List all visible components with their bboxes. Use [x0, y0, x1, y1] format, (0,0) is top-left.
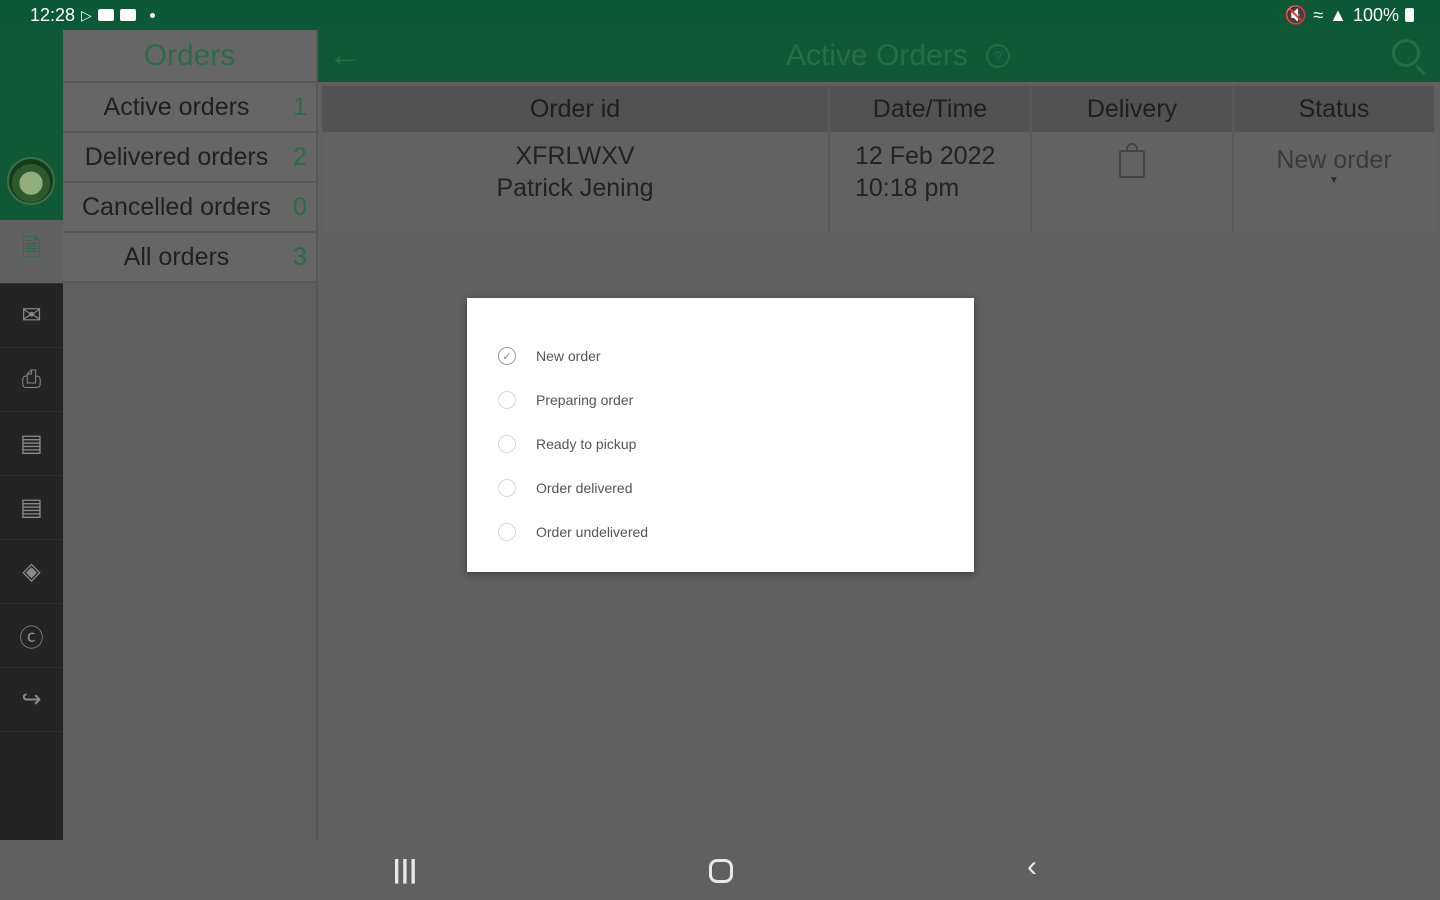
mail-icon[interactable]: ✉: [0, 284, 63, 348]
option-label: Preparing order: [536, 392, 634, 408]
status-cell[interactable]: New order ▼: [1234, 132, 1434, 232]
store-icon[interactable]: ▤: [0, 412, 63, 476]
option-label: Ready to pickup: [536, 436, 637, 452]
search-icon[interactable]: [1392, 39, 1420, 67]
radio-icon[interactable]: [498, 391, 516, 409]
status-bar-left: 12:28 ▷: [30, 5, 155, 26]
avatar[interactable]: [7, 157, 55, 205]
column-header-order-id: Order id: [322, 86, 830, 132]
orders-panel: Orders Active orders 1 Delivered orders …: [63, 30, 318, 840]
status-option-preparing-order[interactable]: Preparing order: [467, 378, 974, 422]
app-bar: ← Active Orders ?: [318, 30, 1440, 82]
back-arrow-icon[interactable]: ←: [328, 36, 362, 75]
help-circle-icon[interactable]: ?: [986, 44, 1010, 68]
shopping-bag-icon: [1119, 143, 1145, 178]
order-date: 12 Feb 2022: [855, 142, 996, 170]
order-id: XFRLWXV: [515, 142, 635, 170]
status-bar: 12:28 ▷ 🔇 ≈ ▲ 100%: [0, 0, 1440, 30]
nav-back-icon[interactable]: ‹: [1027, 850, 1037, 884]
chevron-down-icon: ▼: [1329, 175, 1339, 186]
sidebar-item-count: 2: [293, 142, 307, 171]
page-title: Active Orders: [786, 39, 968, 72]
column-header-delivery: Delivery: [1032, 86, 1234, 132]
logout-icon[interactable]: ↪: [0, 668, 63, 732]
status-bar-right: 🔇 ≈ ▲ 100%: [1285, 5, 1414, 26]
system-nav-bar: ||| ‹: [0, 840, 1440, 900]
order-id-cell: XFRLWXV Patrick Jening: [322, 132, 830, 232]
radio-icon[interactable]: [498, 523, 516, 541]
orders-table: Order id Date/Time Delivery Status XFRLW…: [322, 86, 1434, 232]
radio-icon[interactable]: [498, 435, 516, 453]
table-row[interactable]: XFRLWXV Patrick Jening 12 Feb 2022 10:18…: [322, 132, 1434, 232]
wifi-icon: ≈: [1313, 4, 1324, 25]
signal-icon: ▲: [1329, 4, 1347, 25]
youtube-icon: [97, 9, 114, 21]
status-option-new-order[interactable]: ✓ New order: [467, 334, 974, 378]
radio-icon[interactable]: [498, 479, 516, 497]
status-option-order-delivered[interactable]: Order delivered: [467, 466, 974, 510]
status-dropdown[interactable]: New order: [1276, 146, 1391, 175]
recent-apps-icon[interactable]: |||: [393, 854, 418, 885]
report-icon[interactable]: ▤: [0, 476, 63, 540]
battery-level: 100%: [1352, 4, 1399, 25]
status-dialog: ✓ New order Preparing order Ready to pic…: [467, 298, 974, 572]
sidebar-item-cancelled-orders[interactable]: Cancelled orders 0: [63, 183, 316, 233]
youtube-icon-2: [119, 9, 136, 21]
navigation-rail: 🗎 ✉ ⎙ ▤ ▤ ◈ ⓒ ↪: [0, 220, 63, 840]
notification-dot-icon: [149, 12, 155, 18]
table-header: Order id Date/Time Delivery Status: [322, 86, 1434, 132]
chat-icon[interactable]: ◈: [0, 540, 63, 604]
sidebar-item-label: Active orders: [103, 92, 250, 121]
play-store-icon: ▷: [81, 6, 92, 23]
printer-icon[interactable]: ⎙: [0, 348, 63, 412]
help-icon[interactable]: ⓒ: [0, 604, 63, 668]
sidebar-item-delivered-orders[interactable]: Delivered orders 2: [63, 133, 316, 183]
mute-icon: 🔇: [1284, 4, 1308, 25]
delivery-cell: [1032, 132, 1234, 232]
option-label: New order: [536, 348, 601, 364]
status-option-order-undelivered[interactable]: Order undelivered: [467, 510, 974, 554]
customer-name: Patrick Jening: [496, 174, 654, 202]
sidebar-item-active-orders[interactable]: Active orders 1: [63, 83, 316, 133]
sidebar-item-count: 1: [293, 92, 307, 121]
column-header-status: Status: [1298, 94, 1370, 123]
clock: 12:28: [30, 4, 76, 25]
orders-title: Orders: [63, 30, 316, 83]
option-label: Order undelivered: [536, 524, 649, 540]
home-icon[interactable]: [709, 859, 733, 883]
date-time-cell: 12 Feb 2022 10:18 pm: [830, 132, 1032, 232]
battery-icon: [1405, 8, 1414, 22]
sidebar-item-count: 3: [293, 242, 307, 271]
column-header-date-time: Date/Time: [830, 86, 1032, 132]
sidebar-item-label: All orders: [123, 242, 230, 271]
option-label: Order delivered: [536, 480, 633, 496]
sidebar-item-label: Cancelled orders: [82, 192, 271, 221]
order-time: 10:18 pm: [855, 174, 960, 202]
sidebar-item-all-orders[interactable]: All orders 3: [63, 233, 316, 283]
orders-icon[interactable]: 🗎: [0, 220, 63, 284]
sidebar-item-count: 0: [293, 192, 307, 221]
sidebar-item-label: Delivered orders: [84, 142, 269, 171]
status-option-ready-to-pickup[interactable]: Ready to pickup: [467, 422, 974, 466]
radio-checked-icon[interactable]: ✓: [498, 347, 516, 365]
